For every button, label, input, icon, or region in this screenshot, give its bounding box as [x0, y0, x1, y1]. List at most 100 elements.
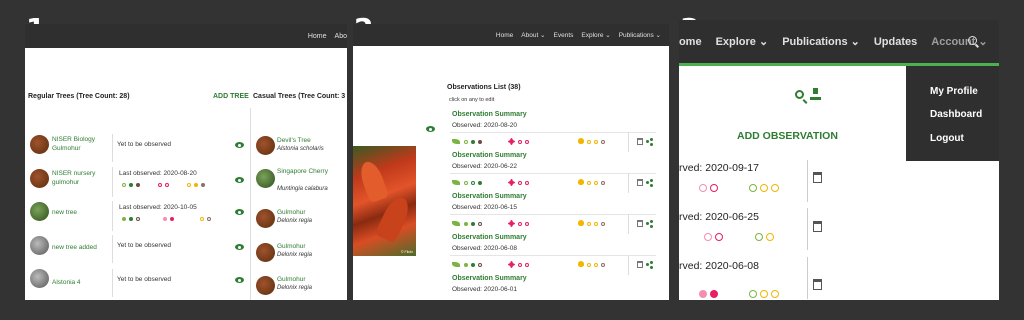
casual-tree-sci: Alstonia scholaris [277, 146, 324, 152]
download-icon[interactable] [810, 88, 821, 100]
casual-tree-sci: Muntingia calabura [277, 186, 328, 192]
tree-avatar [256, 209, 275, 228]
trash-icon[interactable] [637, 261, 643, 268]
summary-title: Observation Summary [452, 275, 527, 282]
search-icon[interactable] [968, 36, 977, 45]
fruit-icon [578, 261, 584, 267]
observed-date: Observed: 2020-06-15 [452, 204, 518, 211]
casual-tree-name[interactable]: Devil's Tree [277, 136, 311, 145]
eye-icon[interactable] [235, 277, 244, 283]
tree-name-2[interactable]: gulmohur [52, 178, 79, 187]
nav-publications[interactable]: Publications ⌄ [619, 31, 661, 39]
top-nav: Home About ⌄ Events Explore ⌄ Publicatio… [353, 24, 669, 46]
tree-avatar [30, 236, 49, 255]
casual-tree-sci: Delonix regia [277, 252, 313, 258]
flower-icon [508, 179, 515, 186]
leaf-icon [452, 221, 460, 226]
search-icon[interactable] [795, 90, 804, 99]
tree-avatar [30, 169, 49, 188]
fruit-icon [578, 138, 584, 144]
tree-name[interactable]: new tree added [52, 243, 97, 252]
tree-name-2[interactable]: Gulmohur [52, 144, 81, 153]
casual-tree-name[interactable]: Gulmohur [277, 208, 306, 217]
eye-icon[interactable] [235, 177, 244, 183]
observed-date: Observed: 2020-06-22 [452, 163, 518, 170]
casual-tree-sci: Delonix regia [277, 218, 313, 224]
tree-status: Yet to be observed [117, 242, 171, 249]
panel-tree-list: Home Abo Regular Trees (Tree Count: 28) … [25, 24, 347, 300]
trash-icon[interactable] [813, 172, 822, 183]
fruit-icon [578, 179, 584, 185]
tree-name[interactable]: NISER nursery [52, 169, 95, 178]
tree-avatar [30, 269, 49, 288]
top-nav: Home Abo [25, 24, 347, 48]
eye-icon[interactable] [426, 126, 435, 132]
top-nav: Home Explore ⌄ Publications ⌄ Updates Ac… [679, 20, 999, 63]
tree-avatar [256, 276, 275, 295]
observed-date: rved: 2020-09-17 [679, 162, 759, 174]
share-icon[interactable] [646, 179, 653, 186]
trash-icon[interactable] [813, 221, 822, 232]
fruit-icon [578, 220, 584, 226]
tree-avatar [30, 135, 49, 154]
share-icon[interactable] [646, 261, 653, 268]
nav-events[interactable]: Events [554, 32, 574, 39]
tree-name[interactable]: NISER Biology [52, 135, 95, 144]
observed-date: Observed: 2020-06-01 [452, 286, 518, 293]
nav-explore[interactable]: Explore ⌄ [581, 31, 610, 39]
casual-trees-title: Casual Trees (Tree Count: 3 [253, 93, 346, 100]
eye-icon[interactable] [235, 142, 244, 148]
panel-observations: Home About ⌄ Events Explore ⌄ Publicatio… [353, 24, 669, 300]
leaf-icon [452, 262, 460, 267]
nav-about[interactable]: About ⌄ [521, 31, 545, 39]
share-icon[interactable] [646, 220, 653, 227]
add-tree-button[interactable]: ADD TREE [213, 93, 249, 100]
casual-tree-name[interactable]: Singapore Cherry [277, 167, 347, 176]
nav-account[interactable]: Account ⌄ [931, 35, 987, 48]
nav-updates[interactable]: Updates [874, 36, 917, 48]
trash-icon[interactable] [637, 179, 643, 186]
nav-home[interactable]: Home [679, 36, 702, 48]
summary-title: Observation Summary [452, 152, 527, 159]
tree-name[interactable]: new tree [52, 208, 77, 217]
tree-photo [353, 146, 416, 256]
observation-card[interactable]: Observation Summary Observed: 2020-06-01 [450, 275, 660, 300]
summary-title: Observation Summary [452, 111, 527, 118]
observed-date: rved: 2020-06-08 [679, 260, 759, 272]
flower-icon [508, 220, 515, 227]
regular-trees-title: Regular Trees (Tree Count: 28) [28, 93, 130, 100]
menu-logout[interactable]: Logout [930, 133, 964, 144]
nav-explore[interactable]: Explore ⌄ [716, 35, 769, 48]
add-observation-button[interactable]: ADD OBSERVATION [737, 130, 838, 142]
observations-list-title: Observations List (38) [447, 84, 521, 91]
eye-icon[interactable] [235, 209, 244, 215]
trash-icon[interactable] [813, 279, 822, 290]
tree-avatar [256, 136, 275, 155]
nav-publications[interactable]: Publications ⌄ [782, 35, 860, 48]
observed-date: Observed: 2020-06-08 [452, 245, 518, 252]
casual-tree-name[interactable]: Gulmohur [277, 242, 306, 251]
observed-date: rved: 2020-06-25 [679, 211, 759, 223]
summary-title: Observation Summary [452, 193, 527, 200]
summary-title: Observation Summary [452, 234, 527, 241]
trash-icon[interactable] [637, 138, 643, 145]
eye-icon[interactable] [235, 244, 244, 250]
nav-home[interactable]: Home [496, 32, 513, 39]
leaf-icon [452, 180, 460, 185]
nav-about[interactable]: Abo [335, 33, 347, 40]
tree-avatar [256, 243, 275, 262]
nav-home[interactable]: Home [308, 33, 327, 40]
panel-account-menu: Home Explore ⌄ Publications ⌄ Updates Ac… [679, 20, 999, 300]
account-dropdown: My Profile Dashboard Logout [906, 66, 999, 161]
leaf-icon [452, 139, 460, 144]
tree-name[interactable]: Alstonia 4 [52, 278, 81, 287]
casual-tree-sci: Delonix regia [277, 285, 313, 291]
observed-date: Observed: 2020-08-20 [452, 122, 518, 129]
menu-dashboard[interactable]: Dashboard [930, 109, 982, 120]
share-icon[interactable] [646, 138, 653, 145]
casual-tree-name[interactable]: Gulmohur [277, 275, 306, 284]
trash-icon[interactable] [637, 220, 643, 227]
tree-status: Last observed: 2020-10-05 [119, 204, 197, 211]
menu-my-profile[interactable]: My Profile [930, 86, 978, 97]
flower-icon [508, 138, 515, 145]
